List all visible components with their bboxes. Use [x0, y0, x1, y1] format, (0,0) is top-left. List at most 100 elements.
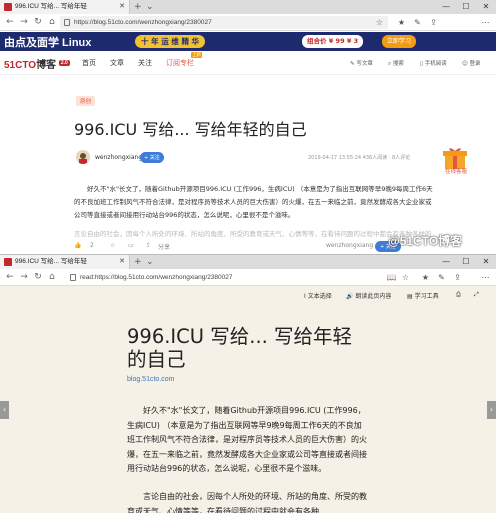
follow-button[interactable]: + 关注	[140, 152, 164, 163]
address-bar: ← → ↻ ⌂ https://blog.51cto.com/wenzhongx…	[0, 14, 496, 31]
article-paragraph: 好久不"水"长文了，随着Github开源项目996.ICU (工作996，生病I…	[74, 185, 433, 219]
logo-blog-text: 博客	[36, 60, 57, 71]
logo-text: 51CTO	[4, 60, 37, 71]
search-link[interactable]: ⌕ 搜索	[388, 59, 404, 68]
forward-icon[interactable]: →	[18, 271, 30, 283]
address-bar: ← → ↻ ⌂ read:https://blog.51cto.com/wenz…	[0, 269, 496, 286]
comment-icon[interactable]: ▭	[128, 242, 134, 249]
nav-follow[interactable]: 关注	[138, 58, 152, 68]
reading-page-icon	[70, 274, 76, 281]
tab-dropdown-icon[interactable]: ⌄	[146, 0, 154, 14]
article-action-bar: 👍 2 ☆ ▭ ⇪ 分享 wenzhongxiang + 关注	[70, 239, 410, 253]
tab-dropdown-icon[interactable]: ⌄	[146, 255, 154, 269]
favorite-star-icon[interactable]: ☆	[400, 272, 411, 283]
mobile-read-link[interactable]: ▯ 手机阅读	[420, 59, 447, 67]
home-icon[interactable]: ⌂	[46, 16, 58, 28]
print-tool[interactable]: ⎙	[456, 291, 461, 299]
home-icon[interactable]: ⌂	[46, 271, 58, 283]
share-icon[interactable]: ⇪	[452, 272, 463, 283]
favorite-icon[interactable]: ☆	[110, 242, 115, 249]
follow-label: 关注	[149, 155, 160, 161]
close-tab-icon[interactable]: ✕	[119, 255, 125, 269]
close-window-button[interactable]: ✕	[476, 0, 496, 14]
favorites-list-icon[interactable]: ★	[420, 272, 431, 283]
logo-version-badge: 2.0	[58, 60, 70, 66]
banner-cta-button[interactable]: 立即学习	[382, 35, 417, 48]
minimize-button[interactable]: —	[436, 255, 456, 269]
article-title: 996.ICU 写给... 写给年轻的自己	[74, 120, 307, 139]
more-icon[interactable]: ⋯	[480, 272, 491, 283]
browser-window-reading-view: 996.ICU 写给... 写给年轻 ✕ + ⌄ — ☐ ✕ ← → ↻ ⌂ r…	[0, 254, 496, 513]
read-aloud-tool[interactable]: 🔊 朗读此页内容	[346, 291, 391, 300]
like-icon[interactable]: 👍	[74, 242, 81, 249]
tab-bar: 996.ICU 写给... 写给年轻 ✕ + ⌄ — ☐ ✕	[0, 0, 496, 14]
tab-bar: 996.ICU 写给... 写给年轻 ✕ + ⌄ — ☐ ✕	[0, 255, 496, 269]
reading-view-icon[interactable]: 📖	[386, 272, 397, 283]
new-tab-button[interactable]: +	[134, 255, 142, 269]
bottom-author-name[interactable]: wenzhongxiang	[326, 242, 373, 249]
reading-paragraph-1: 好久不"水"长文了，随着Github开源项目996.ICU (工作996，生病I…	[127, 406, 367, 473]
favorite-star-icon[interactable]: ☆	[374, 17, 385, 28]
source-link[interactable]: blog.51cto.com	[127, 376, 174, 383]
speaker-icon: 🔊	[346, 293, 356, 300]
more-icon[interactable]: ⋯	[480, 17, 491, 28]
favorites-list-icon[interactable]: ★	[396, 17, 407, 28]
refresh-icon[interactable]: ↻	[32, 16, 44, 28]
learning-tools-label: 学习工具	[414, 293, 439, 300]
learning-tools[interactable]: ▤ 学习工具	[407, 291, 439, 300]
next-page-arrow[interactable]: ›	[487, 401, 496, 419]
nav-articles[interactable]: 文章	[110, 58, 124, 68]
back-icon[interactable]: ←	[4, 16, 16, 28]
article-meta: 2019-04-17 13:55:24 436人阅读 · 8人评论	[308, 155, 411, 161]
maximize-button[interactable]: ☐	[456, 0, 476, 14]
close-tab-icon[interactable]: ✕	[119, 0, 125, 14]
watermark: @51CTO博客	[388, 234, 463, 248]
refresh-icon[interactable]: ↻	[32, 271, 44, 283]
nav-home[interactable]: 首页	[82, 58, 96, 68]
url-field[interactable]: https://blog.51cto.com/wenzhongxiang/238…	[60, 16, 388, 29]
write-article-link[interactable]: ✎ 写文章	[350, 59, 373, 67]
minimize-button[interactable]: —	[436, 0, 456, 14]
share-icon[interactable]: ⇪	[428, 17, 439, 28]
book-icon: ▤	[407, 293, 415, 300]
online-service-label: 在线客服	[444, 169, 467, 175]
pen-icon[interactable]: ✎	[412, 17, 423, 28]
url-field[interactable]: read:https://blog.51cto.com/wenzhongxian…	[66, 271, 378, 284]
pen-icon[interactable]: ✎	[436, 272, 447, 283]
maximize-button[interactable]: ☐	[456, 255, 476, 269]
site-favicon-icon	[4, 3, 12, 11]
gift-box-icon	[443, 148, 467, 169]
author-avatar[interactable]	[76, 150, 90, 164]
original-tag: 原创	[76, 96, 96, 106]
author-name[interactable]: wenzhongxiang	[95, 154, 142, 161]
online-service-widget[interactable]: 在线客服	[440, 146, 470, 180]
back-icon[interactable]: ←	[4, 271, 16, 283]
share-label[interactable]: 分享	[158, 242, 170, 251]
read-aloud-label: 朗读此页内容	[355, 293, 392, 300]
text-select-tool[interactable]: I 文本选择	[304, 291, 332, 300]
nav-subscribe-label: 订阅专栏	[166, 59, 194, 67]
reading-paragraph-2: 言论自由的社会，因每个人所处的环境、所站的角度、所受的教育或天气、心情等等，在看…	[127, 492, 367, 513]
reading-toolbar: I 文本选择 🔊 朗读此页内容 ▤ 学习工具 ⎙ ⤢	[0, 286, 496, 306]
login-link[interactable]: ☺ 登录	[462, 59, 481, 67]
lock-icon	[64, 19, 70, 26]
banner-heading: 由点及面学 Linux	[4, 37, 92, 49]
banner-price: 组合价 ¥ 99 ¥ 3	[302, 35, 364, 48]
like-count: 2	[90, 242, 94, 249]
share-icon[interactable]: ⇪	[146, 242, 151, 249]
new-tab-button[interactable]: +	[134, 0, 142, 14]
fullscreen-tool[interactable]: ⤢	[474, 291, 479, 299]
browser-tab[interactable]: 996.ICU 写给... 写给年轻 ✕	[0, 255, 130, 269]
search-label: 搜索	[392, 61, 404, 67]
site-logo[interactable]: 51CTO博客 2.0	[4, 56, 70, 71]
site-navigation: 51CTO博客 2.0 首页 文章 关注 订阅专栏 上新 ✎ 写文章 ⌕ 搜索 …	[0, 51, 496, 75]
tab-title: 996.ICU 写给... 写给年轻	[15, 258, 87, 265]
browser-tab[interactable]: 996.ICU 写给... 写给年轻 ✕	[0, 0, 130, 14]
nav-subscribe[interactable]: 订阅专栏 上新	[166, 52, 202, 68]
ad-banner[interactable]: 由点及面学 Linux 十 年 运 维 精 华 组合价 ¥ 99 ¥ 3 立即学…	[0, 32, 496, 51]
forward-icon[interactable]: →	[18, 16, 30, 28]
previous-page-arrow[interactable]: ‹	[0, 401, 9, 419]
url-text: https://blog.51cto.com/wenzhongxiang/238…	[74, 19, 212, 26]
close-window-button[interactable]: ✕	[476, 255, 496, 269]
banner-slogan: 十 年 运 维 精 华	[135, 35, 206, 48]
